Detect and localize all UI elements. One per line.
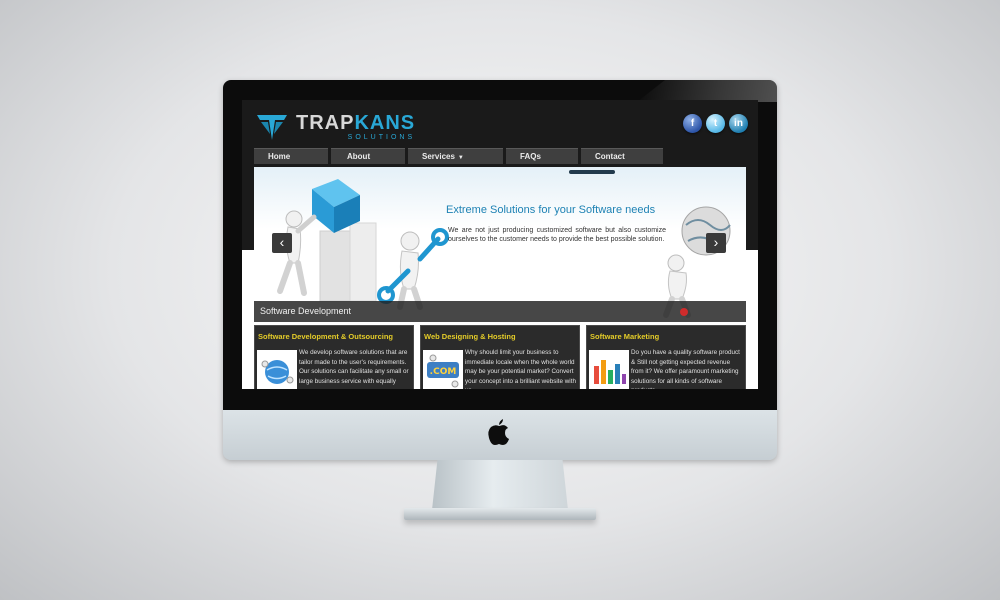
slide-caption: Software Development bbox=[260, 306, 352, 316]
service-card-software-development[interactable]: Software Development & Outsourcing We de… bbox=[254, 325, 414, 389]
nav-about[interactable]: About bbox=[331, 148, 405, 164]
slide-heading: Extreme Solutions for your Software need… bbox=[446, 204, 656, 216]
service-card-web-designing[interactable]: Web Designing & Hosting .COM Why should … bbox=[420, 325, 580, 389]
service-title: Web Designing & Hosting bbox=[424, 332, 516, 341]
dot-com-icon: .COM bbox=[423, 350, 463, 389]
logo-wordmark: TRAPKANS bbox=[296, 112, 416, 134]
service-description: We develop software solutions that are t… bbox=[299, 349, 409, 385]
service-title: Software Development & Outsourcing bbox=[258, 332, 394, 341]
slider-next-button[interactable]: › bbox=[706, 233, 726, 253]
monitor-bezel: TRAPKANS SOLUTIONS f t in Home About Ser… bbox=[223, 80, 777, 410]
website-screen: TRAPKANS SOLUTIONS f t in Home About Ser… bbox=[242, 100, 758, 389]
service-title: Software Marketing bbox=[590, 332, 660, 341]
monitor-chin bbox=[223, 410, 777, 460]
nav-faqs[interactable]: FAQs bbox=[506, 148, 578, 164]
apple-logo-icon bbox=[488, 419, 509, 445]
slide-caption-bar: Software Development bbox=[254, 301, 746, 322]
nav-home[interactable]: Home bbox=[254, 148, 328, 164]
monitor: TRAPKANS SOLUTIONS f t in Home About Ser… bbox=[223, 80, 777, 460]
logo-subtitle: SOLUTIONS bbox=[347, 134, 416, 141]
service-description: Do you have a quality software product &… bbox=[631, 349, 740, 389]
hero-slider: Extreme Solutions for your Software need… bbox=[254, 167, 746, 322]
linkedin-icon[interactable]: in bbox=[729, 114, 748, 133]
facebook-icon[interactable]: f bbox=[683, 114, 702, 133]
service-card-software-marketing[interactable]: Software Marketing Do you have a quality… bbox=[586, 325, 746, 389]
slider-prev-button[interactable]: ‹ bbox=[272, 233, 292, 253]
nav-services[interactable]: Services ▼ bbox=[408, 148, 503, 164]
hero-illustration bbox=[277, 179, 731, 318]
slider-dot-active[interactable] bbox=[680, 308, 688, 316]
chevron-down-icon: ▼ bbox=[457, 155, 464, 161]
social-links: f t in bbox=[683, 114, 748, 133]
site-logo[interactable]: TRAPKANS SOLUTIONS bbox=[256, 112, 415, 142]
twitter-icon[interactable]: t bbox=[706, 114, 725, 133]
monitor-stand-base bbox=[404, 508, 596, 520]
svg-text:.COM: .COM bbox=[430, 367, 457, 377]
globe-people-icon bbox=[257, 350, 297, 389]
bar-chart-icon bbox=[589, 350, 629, 389]
nav-contact[interactable]: Contact bbox=[581, 148, 663, 164]
service-description: Why should limit your business to immedi… bbox=[465, 349, 576, 389]
monitor-stand bbox=[432, 460, 568, 510]
services-row: Software Development & Outsourcing We de… bbox=[254, 325, 746, 389]
bezel-reflection bbox=[637, 80, 777, 102]
slide-description: We are not just producing customized sof… bbox=[448, 227, 666, 243]
trapkans-logo-icon bbox=[257, 115, 287, 140]
main-nav: Home About Services ▼ FAQs Contact bbox=[254, 148, 663, 164]
